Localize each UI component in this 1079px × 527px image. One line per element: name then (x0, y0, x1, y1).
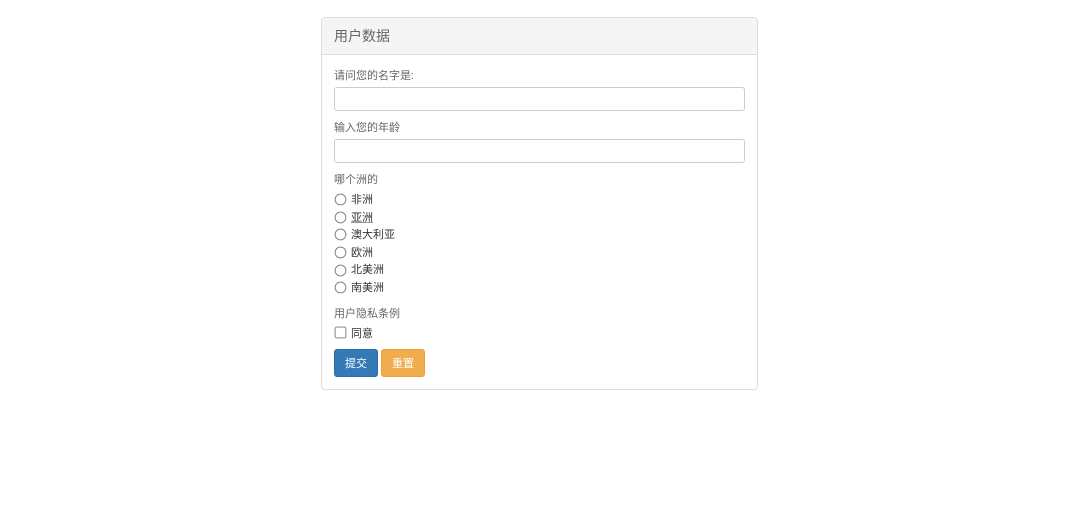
radio-line-south-america: 南美洲 (334, 279, 745, 297)
radio-line-africa: 非洲 (334, 191, 745, 209)
radio-line-europe: 欧洲 (334, 244, 745, 262)
submit-button[interactable]: 提交 (334, 349, 378, 377)
name-input[interactable] (334, 87, 745, 111)
radio-australia-label: 澳大利亚 (351, 226, 395, 244)
radio-line-north-america: 北美洲 (334, 261, 745, 279)
radio-north-america[interactable] (335, 264, 347, 276)
continent-group: 哪个洲的 非洲 亚洲 澳大利亚 欧洲 北美洲 (334, 171, 745, 297)
radio-south-america[interactable] (335, 282, 347, 294)
agree-line: 同意 (334, 325, 745, 341)
age-label: 输入您的年龄 (334, 119, 745, 135)
age-group: 输入您的年龄 (334, 119, 745, 163)
radio-asia-label[interactable]: 亚洲 (351, 209, 373, 227)
panel-body: 请问您的名字是: 输入您的年龄 哪个洲的 非洲 亚洲 澳大利亚 欧洲 (322, 55, 757, 389)
radio-australia[interactable] (335, 229, 347, 241)
radio-line-australia: 澳大利亚 (334, 226, 745, 244)
reset-button[interactable]: 重置 (381, 349, 425, 377)
radio-africa-label: 非洲 (351, 191, 373, 209)
agree-checkbox[interactable] (335, 327, 347, 339)
age-input[interactable] (334, 139, 745, 163)
name-group: 请问您的名字是: (334, 67, 745, 111)
radio-asia[interactable] (335, 212, 347, 224)
privacy-label: 用户隐私条例 (334, 305, 745, 321)
name-label: 请问您的名字是: (334, 67, 745, 83)
radio-africa[interactable] (335, 194, 347, 206)
radio-line-asia: 亚洲 (334, 209, 745, 227)
radio-europe[interactable] (335, 247, 347, 259)
agree-label: 同意 (351, 325, 373, 341)
continent-label: 哪个洲的 (334, 171, 745, 187)
radio-south-america-label: 南美洲 (351, 279, 384, 297)
form-panel: 用户数据 请问您的名字是: 输入您的年龄 哪个洲的 非洲 亚洲 澳大利亚 (321, 17, 758, 390)
radio-north-america-label: 北美洲 (351, 261, 384, 279)
radio-europe-label: 欧洲 (351, 244, 373, 262)
button-row: 提交 重置 (334, 349, 745, 377)
panel-title: 用户数据 (322, 18, 757, 55)
